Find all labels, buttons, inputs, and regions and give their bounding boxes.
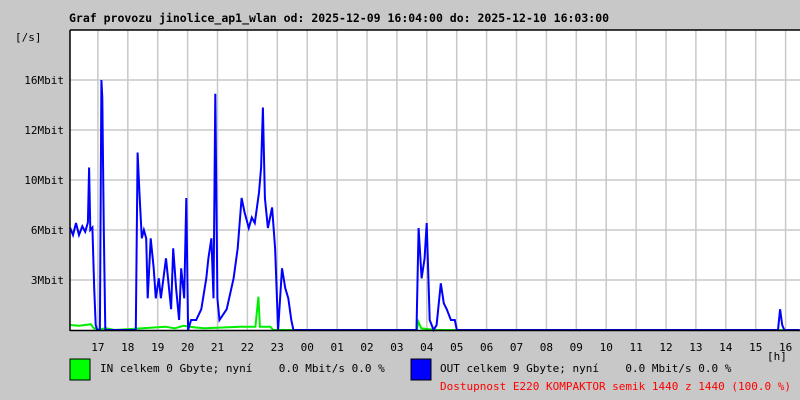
- legend-out-swatch: [410, 358, 432, 381]
- x-tick-label: 00: [301, 341, 314, 354]
- x-tick-label: 10: [600, 341, 613, 354]
- chart-title: Graf provozu jinolice_ap1_wlan od: 2025-…: [69, 11, 609, 26]
- x-tick-label: 11: [629, 341, 642, 354]
- x-tick-label: 19: [151, 341, 164, 354]
- x-tick-label: 05: [450, 341, 463, 354]
- x-tick-label: 04: [420, 341, 434, 354]
- x-tick-label: 18: [121, 341, 134, 354]
- x-tick-label: 06: [480, 341, 493, 354]
- x-tick-label: 22: [241, 341, 254, 354]
- legend-out-text: OUT celkem 9 Gbyte; nyní 0.0 Mbit/s 0.0 …: [440, 362, 732, 375]
- x-tick-label: 07: [510, 341, 523, 354]
- x-tick-label: 01: [330, 341, 343, 354]
- y-ticks: 3Mbit 6Mbit 10Mbit 12Mbit 16Mbit: [24, 74, 64, 287]
- y-tick-label: 12Mbit: [24, 124, 64, 137]
- x-tick-label: 17: [91, 341, 104, 354]
- y-tick-label: 6Mbit: [31, 224, 64, 237]
- x-tick-label: 13: [689, 341, 702, 354]
- x-tick-label: 02: [360, 341, 373, 354]
- x-tick-label: 09: [570, 341, 583, 354]
- x-tick-label: 08: [540, 341, 553, 354]
- y-tick-label: 10Mbit: [24, 174, 64, 187]
- y-axis-unit: [/s]: [15, 31, 42, 44]
- x-tick-label: 03: [390, 341, 403, 354]
- x-tick-label: 12: [659, 341, 672, 354]
- legend-in-swatch: [69, 358, 91, 381]
- y-tick-label: 16Mbit: [24, 74, 64, 87]
- x-tick-label: 15: [749, 341, 762, 354]
- y-tick-label: 3Mbit: [31, 274, 64, 287]
- x-ticks: 17 18 19 20 21 22 23 00 01 02 03 04 05 06 07 08 09 10 11 12…: [91, 341, 792, 354]
- legend-in-text: IN celkem 0 Gbyte; nyní 0.0 Mbit/s 0.0 %: [100, 362, 385, 375]
- x-tick-label: 20: [181, 341, 194, 354]
- traffic-chart: Graf provozu jinolice_ap1_wlan od: 2025-…: [15, 11, 800, 393]
- x-tick-label: 23: [271, 341, 284, 354]
- x-tick-label: 14: [719, 341, 733, 354]
- x-axis-unit: [h]: [767, 350, 787, 363]
- x-tick-label: 21: [211, 341, 224, 354]
- availability-text: Dostupnost E220 KOMPAKTOR semik 1440 z 1…: [440, 380, 791, 393]
